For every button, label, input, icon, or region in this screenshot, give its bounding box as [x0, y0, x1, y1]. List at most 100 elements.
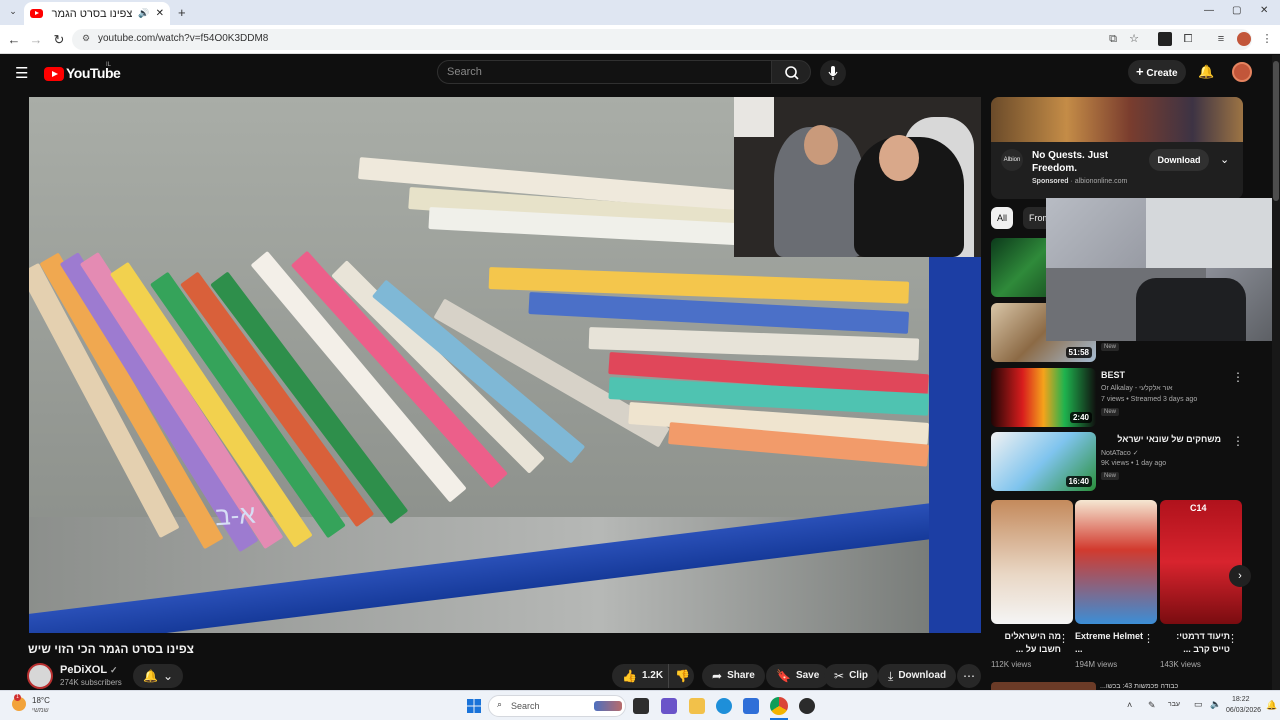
store-icon[interactable] — [743, 698, 759, 714]
share-icon: ➦ — [712, 669, 723, 683]
tray-overflow-icon[interactable]: ˄ — [1127, 700, 1132, 710]
bookmark-star-icon[interactable]: ☆ — [1127, 32, 1141, 46]
download-button[interactable]: ⤓ Download — [878, 664, 957, 688]
chevron-down-icon[interactable]: ⌄ — [1220, 153, 1229, 166]
more-icon[interactable]: ⋮ — [1227, 632, 1238, 645]
clock-date[interactable]: 06/03/2026 — [1226, 707, 1261, 714]
new-tab-button[interactable]: + — [178, 5, 186, 20]
recommendation-item[interactable]: 2:40 BEST Or Alkalay - אור אלקלעי 7 view… — [991, 368, 1251, 428]
youtube-favicon-icon — [30, 9, 43, 18]
edge-icon[interactable] — [716, 698, 732, 714]
audio-icon[interactable]: 🔊 — [138, 8, 149, 19]
menu-icon[interactable]: ☰ — [15, 64, 28, 82]
new-badge: New — [1101, 408, 1120, 416]
logo-region: IL — [106, 62, 112, 68]
media-icon[interactable]: ≡ — [1214, 32, 1228, 46]
more-icon[interactable]: ⋮ — [1058, 632, 1069, 645]
search-input[interactable]: Search — [437, 60, 772, 84]
video-title: צפינו בסרט הגמר הכי הזוי שיש — [28, 642, 194, 656]
more-icon[interactable]: ⋮ — [1232, 370, 1244, 384]
youtube-logo-text[interactable]: YouTube — [66, 65, 121, 81]
next-item-title[interactable]: כבודה פכמשות 43: בכשו... — [1100, 683, 1178, 690]
sponsored-ad[interactable]: Albion No Quests. Just Freedom. Sponsore… — [991, 97, 1243, 199]
next-thumbnail[interactable] — [991, 682, 1096, 690]
browser-menu-icon[interactable]: ⋮ — [1260, 32, 1274, 46]
short-title[interactable]: תיעוד דרמטי: טייס קרב ... — [1160, 630, 1230, 656]
ad-banner-image — [991, 97, 1243, 142]
subscriber-count: 274K subscribers — [60, 678, 122, 687]
video-thumbnail: 2:40 — [991, 368, 1096, 427]
channel-name: Or Alkalay - אור אלקלעי — [1101, 385, 1173, 392]
file-explorer-icon[interactable] — [689, 698, 705, 714]
short-title[interactable]: Extreme Helmet ... — [1075, 630, 1145, 656]
bell-icon[interactable]: 🔔 — [1198, 64, 1214, 80]
dislike-button[interactable]: 👎 — [668, 664, 694, 688]
shorts-next-button[interactable]: › — [1229, 565, 1251, 587]
channel-name[interactable]: PeDiXOL ✓ — [60, 664, 117, 676]
share-button[interactable]: ➦ Share — [702, 664, 765, 688]
weather-temp: 18°C — [32, 696, 50, 705]
account-avatar[interactable] — [1232, 62, 1252, 82]
short-thumbnail[interactable] — [991, 500, 1073, 624]
chevron-down-icon: ⌄ — [162, 669, 174, 683]
create-button[interactable]: + Create — [1128, 60, 1186, 84]
url-text[interactable]: youtube.com/watch?v=f54O0K3DDM8 — [98, 33, 268, 44]
page-scrollbar[interactable] — [1272, 55, 1280, 690]
forward-icon[interactable]: → — [27, 31, 45, 49]
clock-time[interactable]: 18:22 — [1232, 696, 1250, 703]
reload-icon[interactable]: ↻ — [50, 31, 68, 49]
search-highlight-image — [594, 701, 622, 711]
scrollbar-thumb[interactable] — [1273, 61, 1279, 201]
short-views: 194M views — [1075, 660, 1118, 669]
windows-start-icon[interactable] — [466, 698, 482, 714]
task-view-icon[interactable] — [633, 698, 649, 714]
chrome-icon[interactable] — [770, 697, 788, 715]
ad-cta-button[interactable]: Download — [1149, 149, 1209, 171]
cast-icon[interactable]: ⧉ — [1106, 32, 1120, 46]
back-icon[interactable]: ← — [5, 31, 23, 49]
close-window-button[interactable]: ✕ — [1260, 5, 1268, 16]
tab-close-icon[interactable]: ✕ — [156, 8, 164, 19]
recommendation-item[interactable]: 16:40 משחקים של שונאי ישראל NotATaco ✓ 9… — [991, 432, 1251, 492]
search-button[interactable] — [771, 60, 811, 84]
more-actions-button[interactable]: ⋯ — [957, 664, 981, 688]
channel-name-text: PeDiXOL — [60, 664, 107, 676]
youtube-logo-icon[interactable] — [44, 67, 64, 81]
video-duration: 51:58 — [1065, 347, 1092, 358]
minimize-button[interactable]: — — [1204, 5, 1214, 16]
short-thumbnail[interactable] — [1075, 500, 1157, 624]
short-thumbnail[interactable]: C14 — [1160, 500, 1242, 624]
extensions-puzzle-icon[interactable]: ⧠ — [1181, 32, 1195, 46]
video-player[interactable]: א-ב — [29, 97, 981, 633]
chip-all[interactable]: All — [991, 207, 1014, 229]
maximize-button[interactable]: ▢ — [1232, 5, 1241, 16]
clip-button[interactable]: ✂ Clip — [824, 664, 878, 688]
shelf-post — [929, 257, 981, 633]
notifications-icon[interactable]: 🔔 — [1266, 700, 1277, 711]
channel-avatar[interactable] — [27, 663, 53, 689]
volume-icon[interactable]: 🔈 — [1210, 699, 1221, 710]
site-info-icon[interactable]: ⚙ — [82, 33, 90, 44]
language-indicator[interactable]: עבר — [1168, 701, 1180, 708]
pen-icon[interactable]: ✎ — [1148, 700, 1156, 711]
browser-toolbar: ← → ↻ ⚙ youtube.com/watch?v=f54O0K3DDM8 … — [0, 25, 1280, 54]
c14-badge: C14 — [1190, 503, 1207, 513]
active-tab[interactable]: צפינו בסרט הגמר הכי הזוי 🔊 ✕ — [24, 2, 170, 25]
ad-headline: No Quests. Just Freedom. — [1032, 150, 1109, 174]
tab-list-icon[interactable]: ⌄ — [6, 6, 20, 20]
short-title[interactable]: מה הישראלים חשבו על ... — [991, 630, 1061, 656]
app-icon[interactable] — [799, 698, 815, 714]
save-button[interactable]: 🔖 Save — [766, 664, 830, 688]
like-button[interactable]: 👍 1.2K — [612, 664, 668, 688]
more-icon[interactable]: ⋮ — [1232, 434, 1244, 448]
extension-icon[interactable] — [1158, 32, 1172, 46]
display-icon[interactable]: ▭ — [1194, 699, 1203, 710]
subscribe-bell-button[interactable]: 🔔 ⌄ — [133, 664, 183, 688]
face-left — [804, 125, 838, 165]
verified-icon: ✓ — [109, 665, 118, 675]
voice-search-button[interactable] — [820, 60, 846, 86]
save-label: Save — [795, 670, 820, 681]
teams-icon[interactable] — [661, 698, 677, 714]
profile-avatar[interactable] — [1237, 32, 1251, 46]
more-icon[interactable]: ⋮ — [1143, 632, 1154, 645]
